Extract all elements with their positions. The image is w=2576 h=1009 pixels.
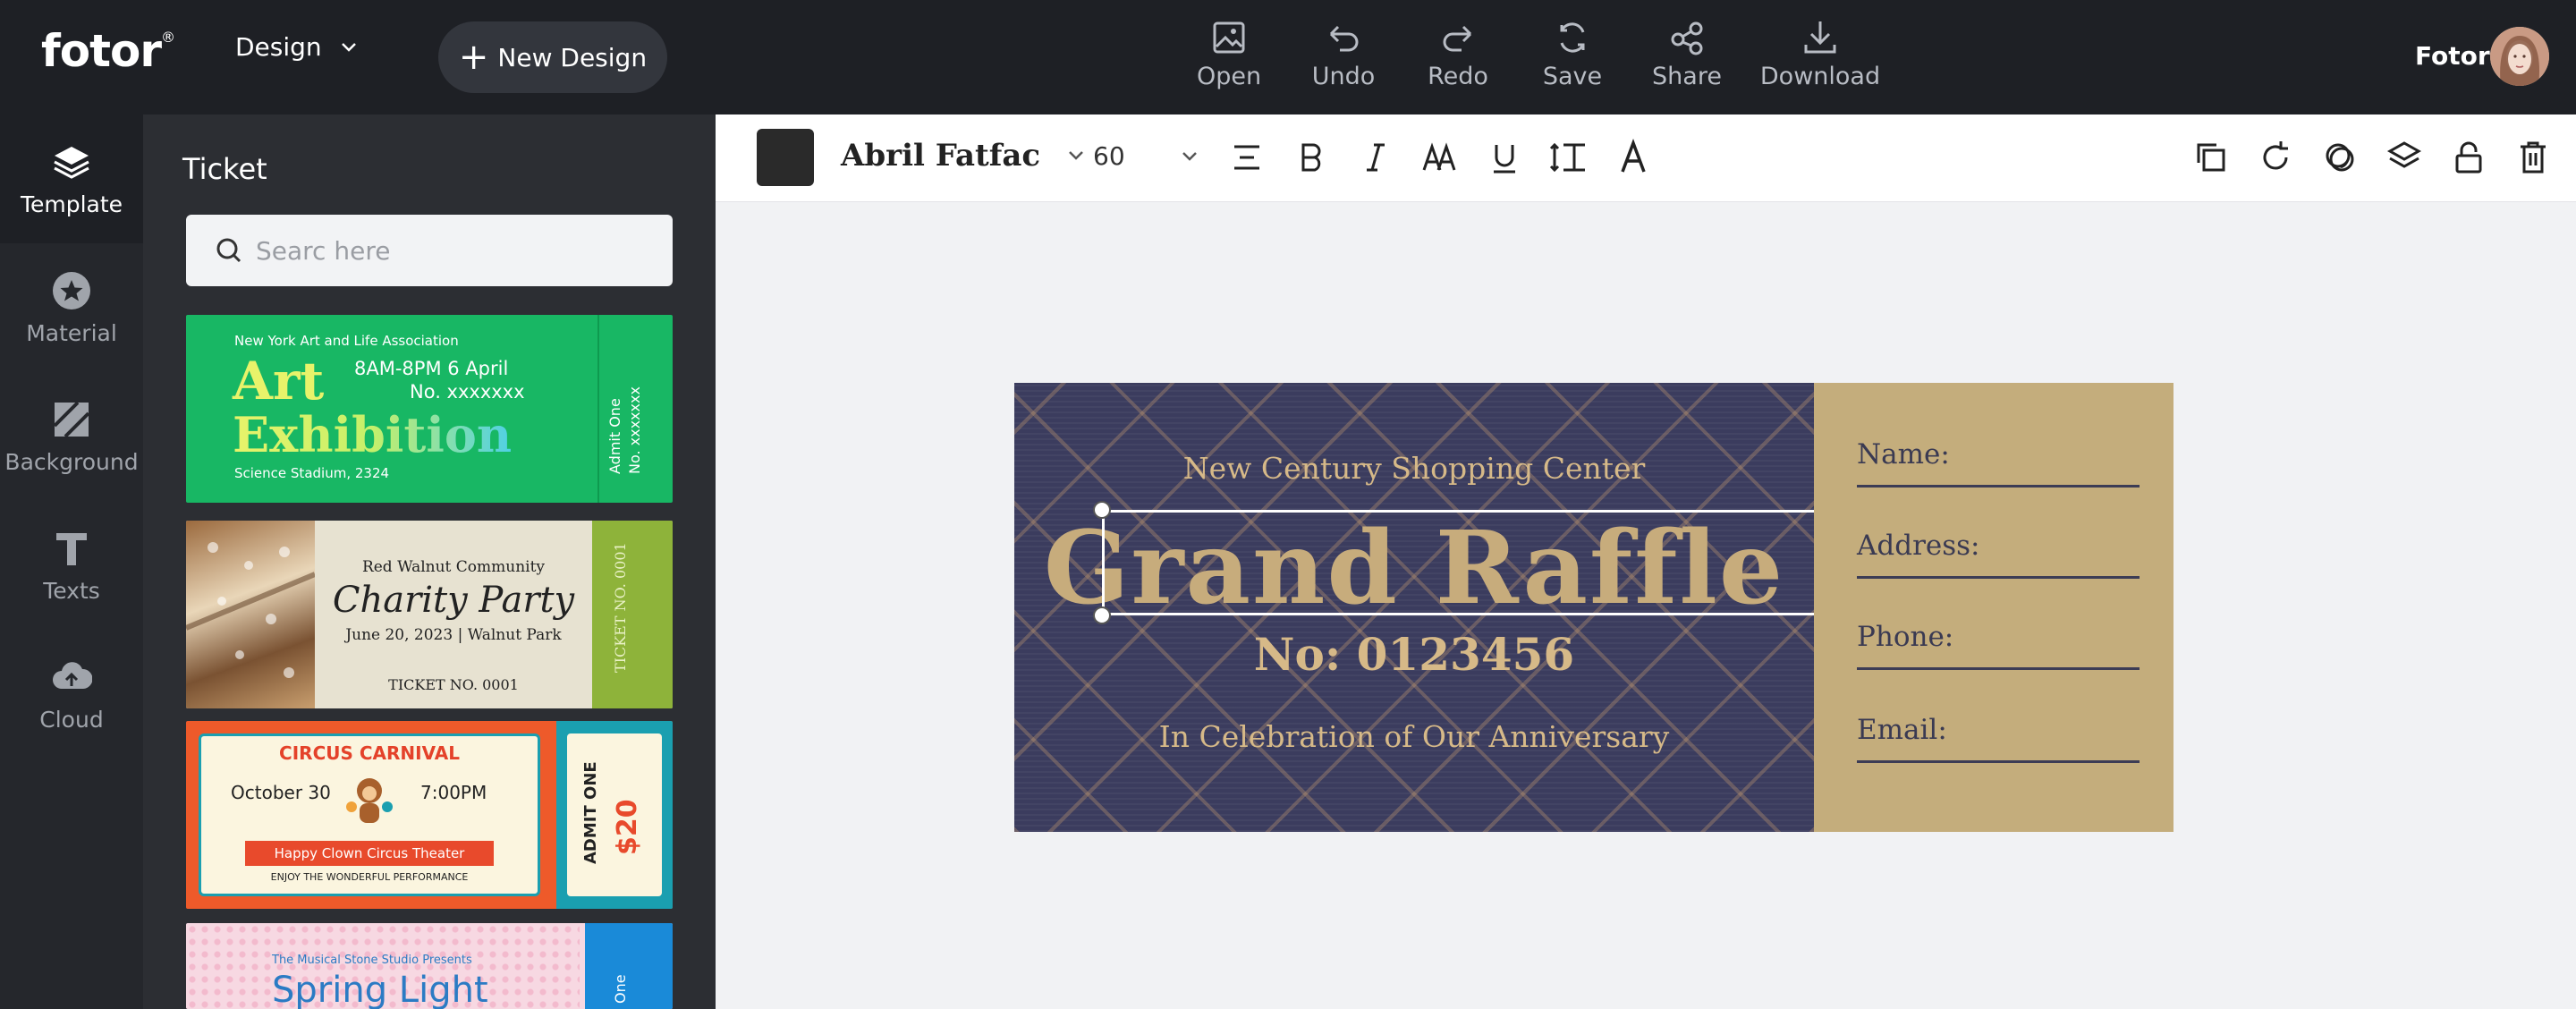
- text-toolbar: Abril Fatfac 60: [716, 114, 2576, 202]
- table-photo: [186, 521, 317, 708]
- template-charity-party[interactable]: Red Walnut Community Charity Party June …: [186, 521, 673, 708]
- layers-icon: [54, 146, 89, 179]
- ticket-main[interactable]: New Century Shopping Center Grand Raffle…: [1014, 383, 1846, 832]
- ticket-design[interactable]: New Century Shopping Center Grand Raffle…: [1014, 383, 2174, 832]
- format-tools: [1227, 138, 1653, 177]
- nav-texts[interactable]: Texts: [0, 501, 143, 630]
- resize-handle-bottom-left[interactable]: [1093, 606, 1111, 624]
- cloud-upload-icon: [53, 661, 92, 689]
- ticket-number[interactable]: No: 0123456: [1014, 628, 1814, 681]
- lock-icon[interactable]: [2449, 138, 2488, 177]
- line-spacing-icon[interactable]: [1549, 138, 1589, 177]
- main-toolbar: Open Undo Redo Save Share Download: [1172, 18, 1896, 90]
- avatar[interactable]: [2490, 27, 2549, 86]
- fotor-logo[interactable]: fotor®: [41, 25, 175, 77]
- delete-icon[interactable]: [2513, 138, 2553, 177]
- template-art-exhibition[interactable]: New York Art and Life Association Art 8A…: [186, 315, 673, 503]
- ticket-stub: TICKET NO. 0001: [592, 521, 673, 708]
- user-name[interactable]: Fotor: [2415, 41, 2490, 71]
- text-effect-icon[interactable]: [1614, 138, 1653, 177]
- open-button[interactable]: Open: [1172, 18, 1286, 90]
- panel-title: Ticket: [182, 152, 267, 186]
- template-spring-light[interactable]: The Musical Stone Studio Presents Spring…: [186, 923, 673, 1009]
- field-email[interactable]: Email:: [1857, 714, 2140, 763]
- ticket-stub: ADMIT ONE $20: [556, 721, 673, 909]
- uppercase-icon[interactable]: [1420, 138, 1460, 177]
- save-icon: [1560, 22, 1585, 53]
- chevron-down-icon: [341, 42, 356, 52]
- ticket-stub: One: [585, 923, 673, 1009]
- template-panel: Ticket New York Art and Life Association…: [143, 114, 716, 1009]
- open-image-icon: [1213, 21, 1245, 54]
- ticket-stub: Admit One No. xxxxxxx: [597, 315, 673, 503]
- download-button[interactable]: Download: [1744, 18, 1896, 90]
- object-tools: [2191, 138, 2553, 177]
- nav-template[interactable]: Template: [0, 114, 143, 243]
- design-menu[interactable]: Design: [235, 32, 360, 62]
- resize-handle-top-left[interactable]: [1093, 501, 1111, 519]
- layers-icon[interactable]: [2385, 138, 2424, 177]
- field-address[interactable]: Address:: [1857, 530, 2140, 579]
- font-family-select[interactable]: Abril Fatfac: [841, 138, 1087, 174]
- search-input[interactable]: [256, 235, 631, 266]
- bold-icon[interactable]: [1292, 138, 1331, 177]
- undo-icon: [1329, 25, 1359, 52]
- nav-material[interactable]: Material: [0, 243, 143, 372]
- ticket-subtitle-bottom[interactable]: In Celebration of Our Anniversary: [1014, 719, 1814, 754]
- download-icon: [1804, 21, 1836, 54]
- design-menu-label: Design: [235, 32, 322, 62]
- align-icon[interactable]: [1227, 138, 1267, 177]
- background-icon: [53, 401, 90, 437]
- underline-icon[interactable]: [1485, 138, 1524, 177]
- field-name[interactable]: Name:: [1857, 438, 2140, 488]
- rotate-icon[interactable]: [2256, 138, 2295, 177]
- text-color-swatch[interactable]: [757, 129, 814, 186]
- plus-icon: +: [458, 37, 489, 78]
- left-nav: Template Material Background Texts Cloud: [0, 114, 143, 1009]
- redo-button[interactable]: Redo: [1401, 18, 1515, 90]
- chevron-down-icon: [1182, 151, 1197, 161]
- undo-button[interactable]: Undo: [1286, 18, 1401, 90]
- search-box[interactable]: [186, 215, 673, 286]
- chevron-down-icon: [1069, 151, 1083, 160]
- nav-background[interactable]: Background: [0, 372, 143, 501]
- duplicate-icon[interactable]: [2191, 138, 2231, 177]
- ticket-stub[interactable]: Name: Address: Phone: Email:: [1814, 383, 2174, 832]
- star-icon: [53, 271, 90, 309]
- font-size-select[interactable]: 60: [1093, 141, 1200, 171]
- opacity-icon[interactable]: [2320, 138, 2360, 177]
- search-icon: [216, 238, 242, 263]
- top-bar: fotor® Design + New Design Open Undo Red…: [0, 0, 2576, 114]
- share-icon: [1671, 21, 1703, 55]
- save-button[interactable]: Save: [1515, 18, 1630, 90]
- field-phone[interactable]: Phone:: [1857, 621, 2140, 670]
- selection-box[interactable]: [1102, 510, 1837, 615]
- text-icon: [56, 532, 87, 565]
- italic-icon[interactable]: [1356, 138, 1395, 177]
- nav-cloud[interactable]: Cloud: [0, 630, 143, 759]
- monkey-icon: [346, 778, 393, 823]
- redo-icon: [1443, 25, 1472, 52]
- new-design-button[interactable]: + New Design: [438, 21, 667, 93]
- user-photo: [2490, 27, 2549, 86]
- ticket-subtitle-top[interactable]: New Century Shopping Center: [1014, 451, 1814, 486]
- share-button[interactable]: Share: [1630, 18, 1744, 90]
- template-circus-carnival[interactable]: CIRCUS CARNIVAL October 30 7:00PM Happy …: [186, 721, 673, 909]
